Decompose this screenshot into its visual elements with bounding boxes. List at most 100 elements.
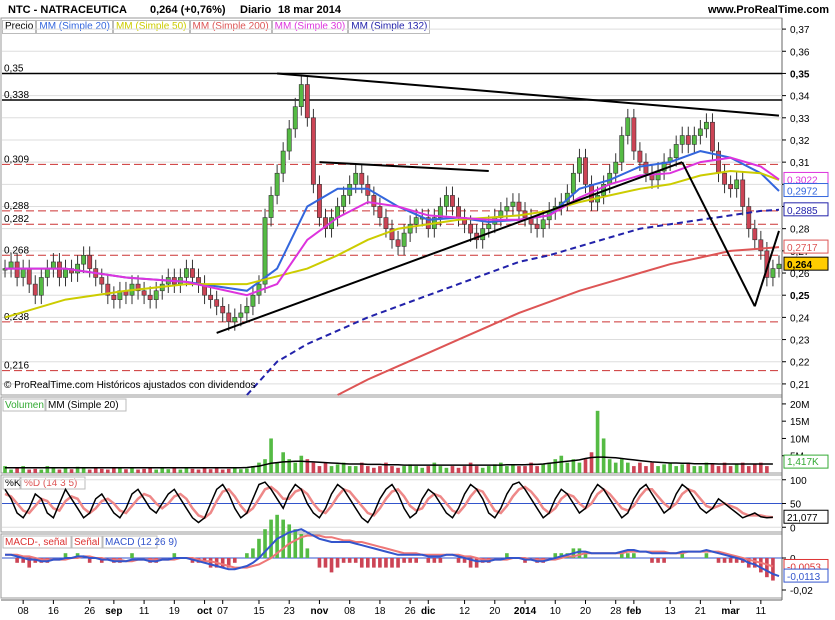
volume-bar [190,468,195,473]
level-label: 0,35 [4,63,24,74]
volume-bar [486,466,491,473]
candle-body [262,217,268,285]
macd-histogram-bar [317,558,322,568]
candle-body [679,135,685,145]
volume-bar [142,468,146,473]
volume-bar [535,466,539,473]
level-label: 0,309 [4,154,29,165]
y-tick-label: 0,35 [790,69,810,80]
y-tick-label: 50 [790,500,802,511]
macd-histogram-bar [251,548,255,558]
x-tick-label: 11 [139,606,150,617]
candle-body [8,261,14,269]
volume-bar [716,466,721,473]
candle-body [407,223,413,234]
candle-body [359,172,365,185]
volume-bar [63,468,68,473]
candle-body [371,195,377,207]
candle-body [226,312,232,323]
candle-body [99,277,105,285]
y-tick-label: 10M [790,434,809,445]
volume-bar [734,464,739,473]
x-tick-label: 13 [665,606,677,617]
candle-body [619,135,625,163]
macd-histogram-bar [771,558,775,581]
volume-bar [81,468,86,473]
candle-body [377,206,383,218]
candle-body [184,268,189,278]
macd-histogram-bar [426,558,431,563]
candle-body [704,121,709,130]
volume-bar [148,468,152,473]
volume-bar [51,467,56,473]
macd-histogram-bar [626,553,630,558]
candle-body [710,121,715,152]
volume-bar [57,469,62,473]
x-tick-label: 10 [550,606,562,617]
volume-bar [656,466,660,473]
macd-histogram-bar [378,558,382,568]
price-tag-label: 0,2717 [787,243,818,254]
candle-body [534,223,540,229]
volume-bar [15,467,19,473]
y-tick-label: 0,37 [790,25,810,36]
candle-body [577,157,582,174]
candle-body [81,254,87,265]
candle-body [740,179,746,207]
x-tick-label: 23 [284,606,296,617]
candle-body [304,84,310,119]
volume-bar [638,462,642,473]
candle-body [20,268,26,278]
volume-bar [9,469,13,473]
volume-bar [118,468,122,473]
candle-body [395,239,401,247]
volume-bar [208,469,213,473]
volume-bar [420,467,425,473]
candle-body [310,117,316,185]
candle-body [685,135,691,145]
volume-bar [577,462,582,473]
x-tick-label: dic [421,606,436,617]
macd-histogram-bar [474,558,479,568]
candle-body [776,263,782,269]
candle-body [220,305,226,314]
candle-body [353,172,359,185]
x-tick-label: sep [105,606,122,617]
macd-histogram-bar [329,558,334,573]
volume-bar [444,467,449,473]
x-tick-label: 26 [405,606,417,617]
macd-legend-macd: MACD (12 26 9) [105,537,177,548]
volume-bar [33,468,38,473]
volume-bar [710,464,715,473]
candle-body [141,290,147,296]
y-tick-label: 0 [790,523,796,534]
volume-bar [480,467,485,473]
volume-bar [438,466,443,473]
macd-histogram-bar [359,558,364,568]
price-tag-label: 0,264 [787,260,812,271]
x-tick-label: 08 [344,606,356,617]
volume-bar [601,438,606,473]
volume-bar [468,462,473,473]
candle-body [728,184,734,190]
macd-histogram-bar [390,558,394,568]
candle-body [274,172,280,196]
candle-body [631,117,637,152]
volume-bar [662,464,666,473]
candle-body [637,150,643,163]
y-tick-label: 0,31 [790,158,810,169]
x-tick-label: 07 [217,606,229,617]
candle-body [63,268,68,278]
macd-histogram-bar [722,558,727,563]
macd-histogram-bar [335,558,340,568]
macd-histogram-bar [765,558,769,578]
macd-tag-label: -0,0113 [787,572,821,583]
macd-histogram-bar [402,558,406,563]
candle-body [190,268,195,278]
volume-bar [136,469,140,473]
volume-bar [184,468,189,473]
volume-bar [511,464,515,473]
level-label: 0,288 [4,201,29,212]
x-tick-label: 11 [756,606,767,617]
candle-body [697,128,703,136]
